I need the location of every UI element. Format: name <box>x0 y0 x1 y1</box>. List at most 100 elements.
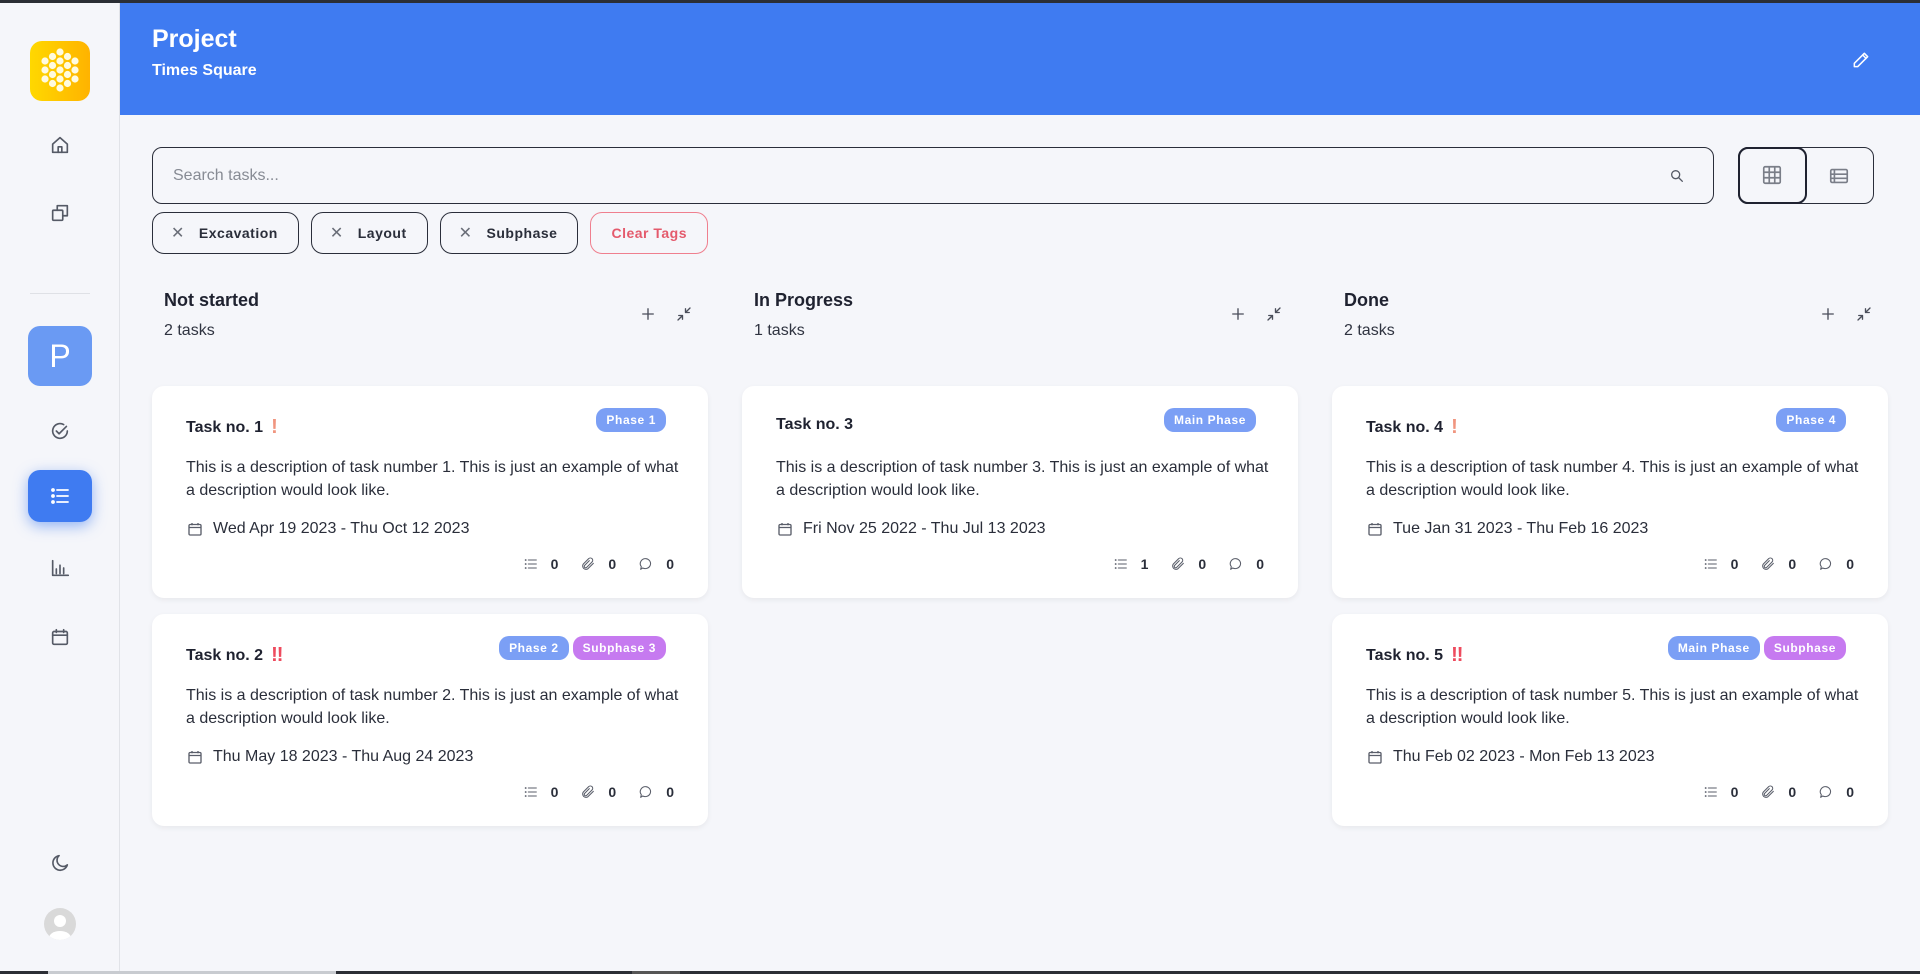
task-title: Task no. 3 <box>776 416 854 433</box>
calendar-icon <box>1366 748 1384 766</box>
task-date-range: Thu May 18 2023 - Thu Aug 24 2023 <box>186 748 473 766</box>
comment-count: 0 <box>1818 784 1854 800</box>
subphase-badge[interactable]: Subphase 3 <box>572 636 666 660</box>
task-card[interactable]: Task no. 4! Phase 4 This is a descriptio… <box>1332 386 1888 598</box>
plus-icon <box>639 305 657 323</box>
subtask-count: 0 <box>523 784 558 800</box>
comment-icon <box>1818 556 1834 572</box>
paperclip-icon <box>1170 556 1186 572</box>
column-task-count: 2 tasks <box>1344 322 1395 339</box>
date-range-text: Thu Feb 02 2023 - Mon Feb 13 2023 <box>1393 748 1655 765</box>
subtask-count: 0 <box>1703 556 1738 572</box>
collapse-icon <box>1855 305 1873 323</box>
attachment-count: 0 <box>1170 556 1206 572</box>
subtask-count: 0 <box>523 556 558 572</box>
comment-icon <box>1228 556 1244 572</box>
tag-layout[interactable]: ✕ Layout <box>310 212 428 254</box>
moon-icon <box>52 854 69 872</box>
task-description: This is a description of task number 3. … <box>776 459 1269 499</box>
phase-badge[interactable]: Phase 4 <box>1776 408 1846 432</box>
collapse-column-button[interactable] <box>1854 304 1874 324</box>
tag-excavation[interactable]: ✕ Excavation <box>152 212 299 254</box>
task-card[interactable]: Task no. 5!! Main Phase Subphase This is … <box>1332 614 1888 826</box>
task-badges: Phase 1 <box>596 408 666 432</box>
task-card[interactable]: Task no. 2!! Phase 2 Subphase 3 This is a… <box>152 614 708 826</box>
checklist-icon <box>1703 556 1719 572</box>
sidebar-item-project[interactable]: P <box>28 326 92 386</box>
priority-indicator: ! <box>271 416 278 438</box>
pencil-icon <box>1853 52 1869 68</box>
bar-chart-icon <box>51 559 70 577</box>
list-icon <box>51 488 69 504</box>
list-view-button[interactable] <box>1805 148 1873 203</box>
clear-tags-button[interactable]: Clear Tags <box>590 212 708 254</box>
task-title: Task no. 5 <box>1366 646 1444 664</box>
comment-icon <box>638 556 654 572</box>
search-input[interactable] <box>153 166 1667 185</box>
attachment-count: 0 <box>1760 556 1796 572</box>
phase-badge[interactable]: Phase 2 <box>499 636 569 660</box>
date-range-text: Wed Apr 19 2023 - Thu Oct 12 2023 <box>213 520 470 537</box>
column-title: Not started <box>164 290 260 310</box>
task-meta: 0 0 0 <box>1703 784 1854 800</box>
phase-badge[interactable]: Main Phase <box>1667 636 1760 660</box>
close-icon[interactable]: ✕ <box>171 223 185 243</box>
column-actions <box>1818 304 1874 324</box>
collapse-column-button[interactable] <box>1264 304 1284 324</box>
column-task-count: 1 tasks <box>754 322 805 339</box>
priority-indicator: !! <box>1451 644 1463 666</box>
tag-subphase[interactable]: ✕ Subphase <box>439 212 579 254</box>
sidebar-item-calendar[interactable] <box>40 617 80 657</box>
tag-label: Excavation <box>198 225 278 241</box>
close-icon[interactable]: ✕ <box>330 223 344 243</box>
subtask-count: 1 <box>1113 556 1148 572</box>
task-meta: 0 0 0 <box>1703 556 1854 572</box>
user-avatar[interactable] <box>44 908 76 940</box>
task-card[interactable]: Task no. 1! Phase 1 This is a descriptio… <box>152 386 708 598</box>
comment-count: 0 <box>1818 556 1854 572</box>
task-date-range: Wed Apr 19 2023 - Thu Oct 12 2023 <box>186 520 469 538</box>
collapse-icon <box>1265 305 1283 323</box>
task-badges: Main Phase Subphase <box>1667 636 1846 660</box>
sidebar-item-tasks-check[interactable] <box>40 411 80 451</box>
edit-project-button[interactable] <box>1848 47 1874 73</box>
honeycomb-logo-icon <box>41 48 79 92</box>
search-icon[interactable] <box>1667 166 1687 186</box>
comment-icon <box>1818 784 1834 800</box>
date-range-text: Fri Nov 25 2022 - Thu Jul 13 2023 <box>803 520 1046 537</box>
checklist-icon <box>1113 556 1129 572</box>
task-description: This is a description of task number 1. … <box>186 459 679 499</box>
task-date-range: Fri Nov 25 2022 - Thu Jul 13 2023 <box>776 520 1046 538</box>
paperclip-icon <box>1760 556 1776 572</box>
sidebar-item-home[interactable] <box>40 125 80 165</box>
task-title-row: Task no. 4! <box>1366 416 1458 439</box>
window-top-border <box>0 0 1920 3</box>
subphase-badge[interactable]: Subphase <box>1763 636 1846 660</box>
calendar-icon <box>776 520 794 538</box>
task-card[interactable]: Task no. 3 Main Phase This is a descript… <box>742 386 1298 598</box>
task-badges: Main Phase <box>1163 408 1256 432</box>
close-icon[interactable]: ✕ <box>459 223 473 243</box>
calendar-icon <box>51 628 69 646</box>
phase-badge[interactable]: Main Phase <box>1163 408 1256 432</box>
attachment-count: 0 <box>580 784 616 800</box>
add-task-button[interactable] <box>1818 304 1838 324</box>
grid-view-button[interactable] <box>1737 146 1807 204</box>
collapse-column-button[interactable] <box>674 304 694 324</box>
grid-icon <box>1762 165 1782 185</box>
paperclip-icon <box>580 784 596 800</box>
comment-icon <box>638 784 654 800</box>
task-title-row: Task no. 5!! <box>1366 644 1463 667</box>
task-meta: 0 0 0 <box>523 784 674 800</box>
add-task-button[interactable] <box>638 304 658 324</box>
theme-toggle-button[interactable] <box>40 843 80 883</box>
sidebar-item-projects[interactable] <box>40 193 80 233</box>
filter-tags: ✕ Excavation ✕ Layout ✕ Subphase Clear T… <box>152 212 708 254</box>
add-task-button[interactable] <box>1228 304 1248 324</box>
sidebar-item-task-list[interactable] <box>28 470 92 522</box>
sidebar-divider <box>30 293 90 294</box>
tag-label: Subphase <box>486 225 558 241</box>
app-logo[interactable] <box>30 41 90 101</box>
phase-badge[interactable]: Phase 1 <box>596 408 666 432</box>
sidebar-item-reports[interactable] <box>40 548 80 588</box>
